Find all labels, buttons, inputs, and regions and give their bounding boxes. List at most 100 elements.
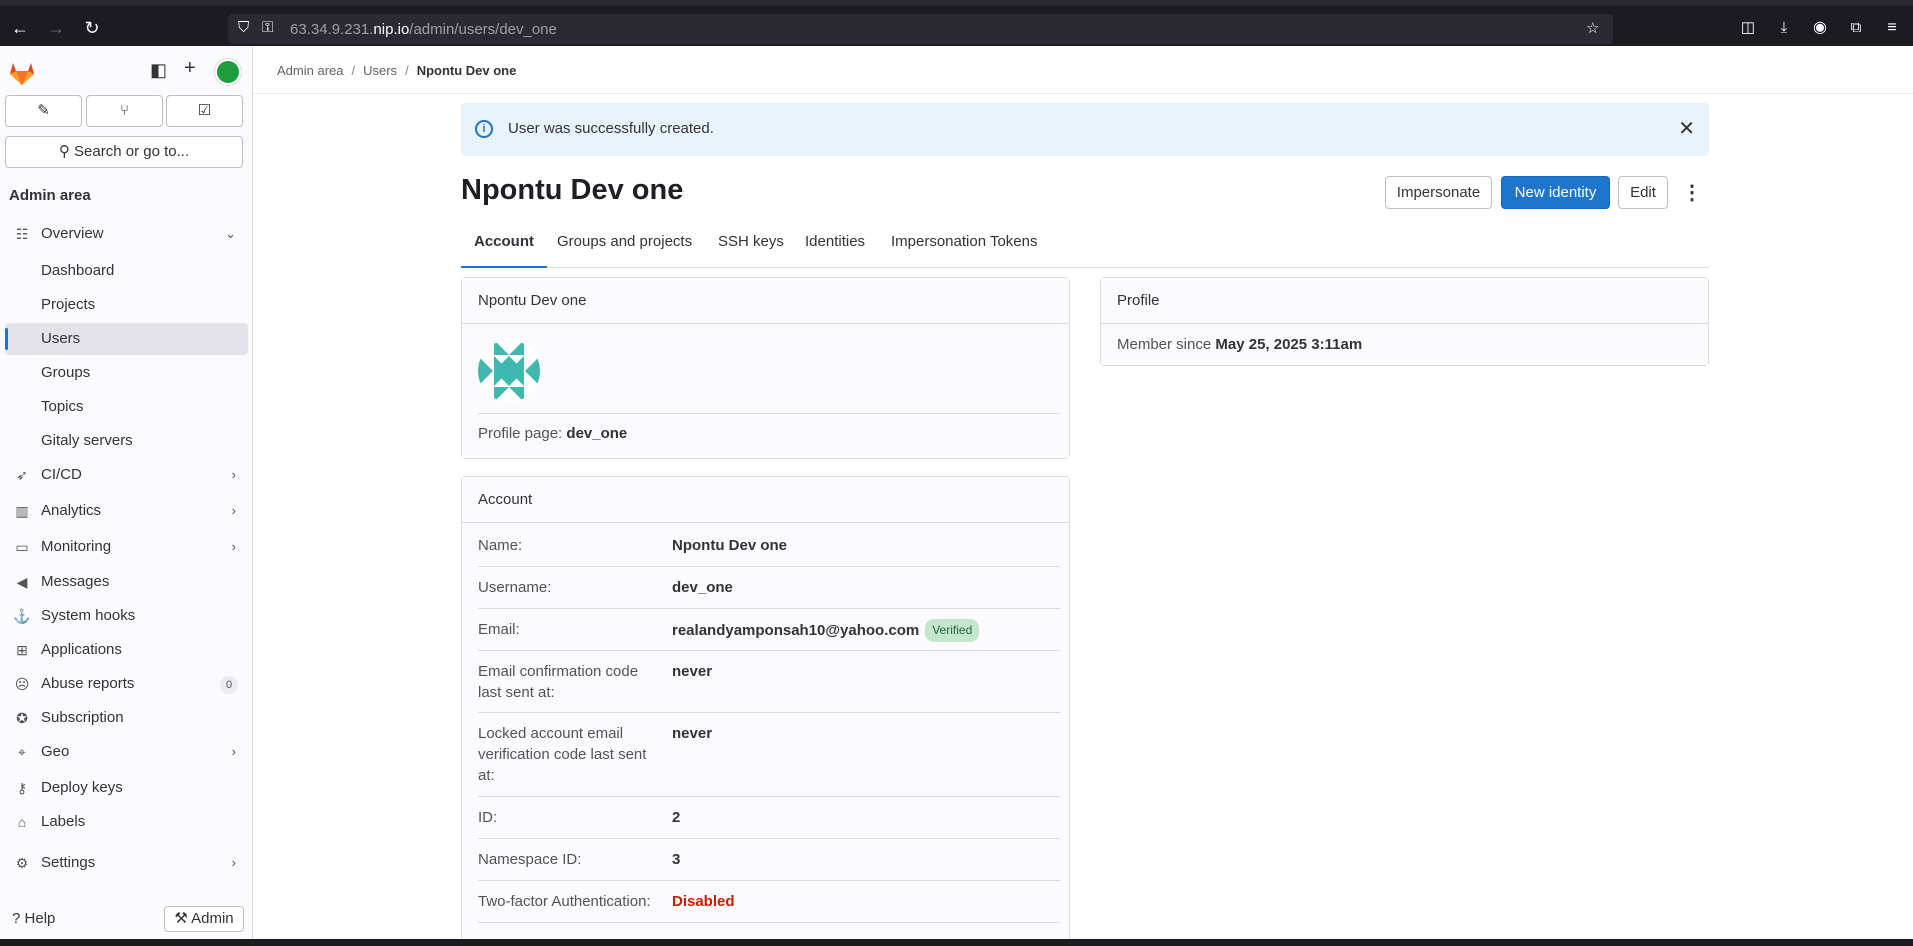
sidebar-section-title: Admin area [9,187,91,204]
menu-icon[interactable]: ≡ [1880,16,1904,40]
merge-requests-button[interactable]: ⑂ [86,95,163,127]
wrench-icon: ⚒ [174,910,188,927]
more-actions-icon[interactable]: ⋮ [1680,178,1704,208]
breadcrumb-users[interactable]: Users [363,63,397,78]
tab-identities[interactable]: Identities [792,228,878,268]
edit-button[interactable]: Edit [1618,176,1668,209]
sidebar-item-topics[interactable]: Topics [5,391,248,423]
rocket-icon: ➶ [16,467,28,483]
search-button[interactable]: ⚲ Search or go to... [5,136,243,168]
sidebar-item-monitoring[interactable]: ▭ Monitoring › [5,531,248,563]
todo-icon: ☑ [197,102,212,119]
shield-icon: ⛉ [238,19,250,36]
monitor-icon: ▭ [15,539,29,555]
merge-request-icon: ⑂ [119,102,129,119]
sidebar-toggle-icon[interactable]: ◧ [150,60,167,81]
tab-account[interactable]: Account [461,228,547,268]
address-bar[interactable]: ⛉ ⚿ 63.34.9.231.nip.io/admin/users/dev_o… [228,14,1613,44]
search-icon: ⚲ [58,143,70,160]
chevron-right-icon: › [231,539,236,554]
account-card-title: Account [462,477,1069,523]
account-row-username: Username: dev_one [478,567,1060,609]
sidebar-item-overview[interactable]: ☷ Overview ⌄ [5,218,248,250]
close-icon[interactable]: ✕ [1678,116,1695,141]
issues-button[interactable]: ✎ [5,95,82,127]
sidebar-item-analytics[interactable]: ▥ Analytics › [5,495,248,527]
account-row-two-factor: Two-factor Authentication: Disabled [478,881,1060,923]
email-value[interactable]: realandyamponsah10@yahoo.com [672,622,919,639]
user-tabs: Account Groups and projects SSH keys Ide… [461,228,1709,268]
sidebar-item-geo[interactable]: ⌖ Geo › [5,736,248,768]
avatar[interactable] [215,59,241,85]
breadcrumb: Admin area / Users / Npontu Dev one [277,63,517,78]
sidebar-item-gitaly-servers[interactable]: Gitaly servers [5,425,248,457]
sidebar-item-applications[interactable]: ⊞ Applications [5,634,248,666]
sidebar-item-cicd[interactable]: ➶ CI/CD › [5,459,248,491]
bullhorn-icon: ◀ [16,574,28,590]
todo-button[interactable]: ☑ [166,95,243,127]
tab-groups-and-projects[interactable]: Groups and projects [544,228,705,268]
impersonate-button[interactable]: Impersonate [1385,176,1492,209]
account-row-name: Name: Npontu Dev one [478,525,1060,567]
bookmark-star-icon[interactable]: ☆ [1586,19,1599,37]
abuse-icon: ☹ [14,676,30,692]
new-identity-button[interactable]: New identity [1501,176,1610,209]
gitlab-logo-icon[interactable] [8,60,36,86]
settings-icon: ⚙ [15,855,29,871]
breadcrumb-current[interactable]: Npontu Dev one [417,63,517,78]
sidebar-item-system-hooks[interactable]: ⚓ System hooks [5,600,248,632]
pocket-icon[interactable]: ◫ [1736,16,1760,40]
chevron-right-icon: › [231,503,236,518]
download-icon[interactable]: ⤓ [1772,16,1796,40]
member-since-row: Member since May 25, 2025 3:11am [1101,324,1708,365]
chevron-right-icon: › [231,744,236,759]
account-row-id: ID: 2 [478,797,1060,839]
admin-button[interactable]: ⚒ Admin [164,906,244,932]
lock-icon: ⚿ [262,19,274,36]
chart-icon: ▥ [15,503,29,519]
account-row-email-confirmation: Email confirmation code last sent at: ne… [478,651,1060,713]
breadcrumb-admin-area[interactable]: Admin area [277,63,343,78]
sidebar: ◧ + ✎ ⑂ ☑ ⚲ Search or go to... Admin are… [0,46,253,946]
license-icon: ✪ [16,710,28,726]
user-identicon [478,340,540,402]
sidebar-item-dashboard[interactable]: Dashboard [5,255,248,287]
overview-icon: ☷ [15,226,29,242]
forward-icon[interactable]: → [44,16,68,40]
count-badge: 0 [220,676,238,694]
sidebar-item-messages[interactable]: ◀ Messages [5,566,248,598]
alert-message: User was successfully created. [508,120,714,137]
sidebar-item-settings[interactable]: ⚙ Settings › [5,847,248,879]
grid-icon: ⊞ [16,642,28,658]
sidebar-item-deploy-keys[interactable]: ⚷ Deploy keys [5,772,248,804]
reload-icon[interactable]: ↻ [80,16,104,40]
extensions-icon[interactable]: ⧉ [1844,16,1868,40]
account-icon[interactable]: ◉ [1808,16,1832,40]
plus-icon[interactable]: + [184,57,196,80]
chevron-down-icon: ⌄ [225,226,236,241]
browser-toolbar: ← → ↻ ⛉ ⚿ 63.34.9.231.nip.io/admin/users… [0,0,1913,46]
chevron-right-icon: › [231,855,236,870]
user-card: Npontu Dev one Profile page: dev_one [461,277,1070,459]
card-divider [478,413,1060,414]
tab-ssh-keys[interactable]: SSH keys [705,228,797,268]
sidebar-item-users[interactable]: Users [5,323,248,355]
back-icon[interactable]: ← [8,16,32,40]
success-alert: i User was successfully created. ✕ [461,103,1709,156]
sidebar-item-labels[interactable]: ⌂ Labels [5,806,248,838]
profile-card: Profile Member since May 25, 2025 3:11am [1100,277,1709,366]
tab-impersonation-tokens[interactable]: Impersonation Tokens [878,228,1050,268]
sidebar-item-abuse-reports[interactable]: ☹ Abuse reports 0 [5,668,248,700]
header-divider [253,93,1913,94]
help-link[interactable]: ? Help [12,910,55,927]
taskbar [0,939,1913,946]
url-text: 63.34.9.231.nip.io/admin/users/dev_one [290,21,557,38]
account-row-email: Email: realandyamponsah10@yahoo.com Verif… [478,609,1060,651]
profile-page-link[interactable]: dev_one [566,425,627,442]
sidebar-item-groups[interactable]: Groups [5,357,248,389]
account-row-namespace-id: Namespace ID: 3 [478,839,1060,881]
sidebar-item-subscription[interactable]: ✪ Subscription [5,702,248,734]
sidebar-item-projects[interactable]: Projects [5,289,248,321]
label-icon: ⌂ [17,814,27,830]
help-icon: ? [12,910,21,927]
